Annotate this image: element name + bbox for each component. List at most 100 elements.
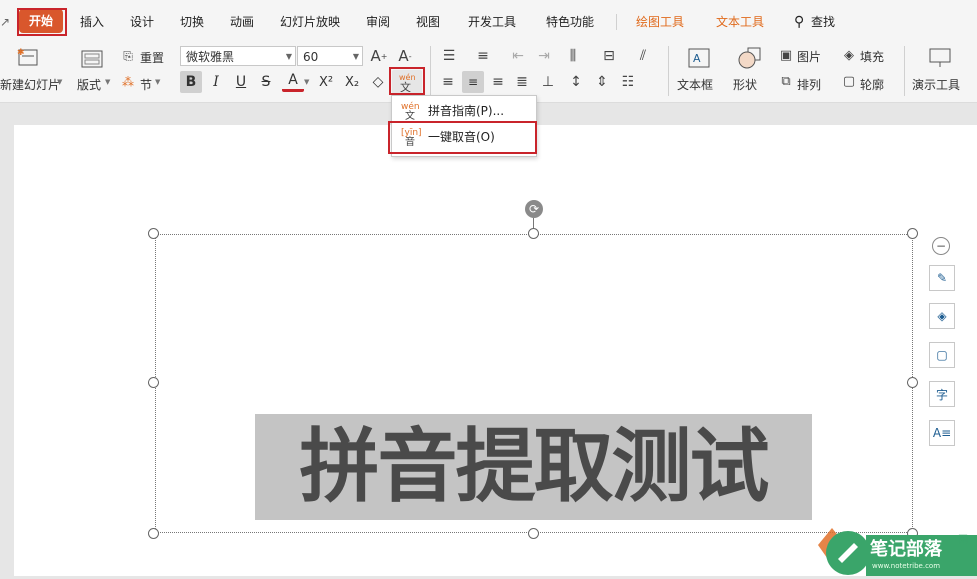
arrange-icon[interactable]: ⧉ [777, 72, 795, 90]
watermark-title: 笔记部落 [870, 539, 942, 560]
tab-insert[interactable]: 插入 [80, 10, 104, 34]
tab-design[interactable]: 设计 [130, 10, 154, 34]
present-tools-button[interactable]: 演示工具 [912, 76, 960, 93]
textbox-button[interactable]: 文本框 [677, 76, 713, 93]
section-icon[interactable]: ⁂ [120, 74, 136, 90]
tab-slideshow[interactable]: 幻灯片放映 [280, 10, 340, 34]
decrease-font-icon[interactable]: A- [396, 46, 414, 66]
resize-handle-n[interactable] [528, 228, 539, 239]
watermark-subtitle: 网 [958, 535, 968, 546]
collapse-icon[interactable]: − [932, 237, 950, 255]
strikethrough-button[interactable]: S [255, 71, 277, 93]
fill-button[interactable]: 填充 [860, 48, 884, 65]
shape-outline-icon[interactable]: ▢ [929, 342, 955, 368]
reset-icon[interactable]: ⎘ [120, 48, 136, 64]
clear-format-icon[interactable]: ◇ [367, 71, 389, 93]
align-center-icon[interactable]: ≡ [462, 71, 484, 93]
tab-transition[interactable]: 切换 [180, 10, 204, 34]
outline-button[interactable]: 轮廓 [860, 76, 884, 93]
font-name-value: 微软雅黑 [186, 50, 235, 64]
tab-animation[interactable]: 动画 [230, 10, 254, 34]
extract-pinyin-highlight [388, 121, 537, 154]
line-spacing-icon[interactable]: ↕ [566, 72, 586, 92]
ribbon-separator [430, 46, 431, 96]
underline-button[interactable]: U [230, 71, 252, 93]
tab-developer[interactable]: 开发工具 [468, 10, 516, 34]
textbox-icon[interactable]: A [686, 46, 712, 70]
arrange-button[interactable]: 排列 [797, 76, 821, 93]
chevron-down-icon[interactable]: ▼ [57, 78, 62, 86]
menu-tab-bar: ↗ 开始 插入 设计 切换 动画 幻灯片放映 审阅 视图 开发工具 特色功能 绘… [0, 0, 977, 40]
shape-fill-icon[interactable]: ◈ [929, 303, 955, 329]
search-icon[interactable]: ⚲ [794, 10, 804, 34]
shape-button[interactable]: 形状 [733, 76, 757, 93]
svg-text:A: A [693, 52, 701, 65]
font-name-select[interactable]: 微软雅黑 ▼ [180, 46, 296, 66]
font-size-value: 60 [303, 50, 319, 64]
tab-features[interactable]: 特色功能 [546, 10, 594, 34]
resize-handle-e[interactable] [907, 377, 918, 388]
tab-separator [616, 14, 617, 30]
distribute-icon[interactable]: ⊥ [538, 72, 558, 92]
picture-button[interactable]: 图片 [797, 48, 821, 65]
tab-review[interactable]: 审阅 [366, 10, 390, 34]
chevron-down-icon[interactable]: ▼ [353, 47, 359, 67]
justify-icon[interactable]: ≣ [512, 72, 532, 92]
font-size-select[interactable]: 60 ▼ [297, 46, 363, 66]
align-left-icon[interactable]: ≡ [438, 72, 458, 92]
tab-drawing-tools[interactable]: 绘图工具 [636, 10, 684, 34]
columns-icon[interactable]: ☷ [618, 72, 638, 92]
section-button[interactable]: 节 [140, 76, 152, 93]
resize-handle-ne[interactable] [907, 228, 918, 239]
svg-text:✱: ✱ [17, 48, 25, 58]
tab-view[interactable]: 视图 [416, 10, 440, 34]
ribbon-toolbar: ✱ 新建幻灯片 ▼ 版式 ▼ ⎘ 重置 ⁂ 节 ▼ 微软雅黑 ▼ 60 ▼ A +… [0, 40, 977, 103]
resize-handle-w[interactable] [148, 377, 159, 388]
phonetic-guide-icon: wén 文 [401, 102, 420, 122]
resize-handle-nw[interactable] [148, 228, 159, 239]
search-label[interactable]: 查找 [811, 10, 835, 34]
increase-font-icon[interactable]: A + [370, 46, 388, 66]
tab-home-highlight [17, 8, 67, 36]
rotate-handle-icon[interactable]: ⟳ [525, 200, 543, 218]
ribbon-separator [904, 46, 905, 96]
bullet-list-icon[interactable]: ☰ [438, 46, 460, 66]
phonetic-guide-highlight [389, 67, 425, 95]
numbered-list-icon[interactable]: ≡ [472, 46, 494, 66]
chevron-down-icon[interactable]: ▼ [304, 78, 309, 86]
text-effects-icon[interactable]: A≡ [929, 420, 955, 446]
shape-icon[interactable] [737, 46, 763, 70]
chevron-down-icon[interactable]: ▼ [155, 78, 160, 86]
align-text-icon[interactable]: ⊟ [598, 46, 620, 66]
resize-handle-s[interactable] [528, 528, 539, 539]
outline-icon[interactable]: ▢ [840, 72, 858, 90]
paragraph-spacing-icon[interactable]: ⇕ [592, 72, 612, 92]
reset-button[interactable]: 重置 [140, 49, 164, 66]
text-direction-icon[interactable]: ⫼ [562, 46, 584, 66]
chevron-down-icon[interactable]: ▼ [286, 47, 292, 67]
present-tools-icon[interactable] [928, 46, 952, 70]
increase-indent-icon[interactable]: ⇥ [534, 46, 554, 66]
fill-icon[interactable]: ◈ [840, 46, 858, 64]
convert-icon[interactable]: ⫽ [632, 46, 654, 66]
layout-button[interactable]: 版式 [77, 76, 101, 93]
format-brush-icon[interactable]: ✎ [929, 265, 955, 291]
subscript-button[interactable]: X₂ [341, 71, 363, 93]
tab-text-tools[interactable]: 文本工具 [716, 10, 764, 34]
watermark-url: www.notetribe.com [872, 562, 941, 570]
picture-icon[interactable]: ▣ [777, 46, 795, 64]
bold-button[interactable]: B [180, 71, 202, 93]
new-slide-button[interactable]: 新建幻灯片 [0, 76, 60, 93]
align-right-icon[interactable]: ≡ [488, 72, 508, 92]
font-settings-icon[interactable]: 字 [929, 381, 955, 407]
superscript-button[interactable]: X² [315, 71, 337, 93]
back-arrow-icon[interactable]: ↗ [0, 10, 10, 34]
layout-icon[interactable] [80, 48, 104, 70]
italic-button[interactable]: I [205, 71, 227, 93]
resize-handle-sw[interactable] [148, 528, 159, 539]
decrease-indent-icon[interactable]: ⇤ [508, 46, 528, 66]
new-slide-icon[interactable]: ✱ [16, 46, 42, 68]
chevron-down-icon[interactable]: ▼ [105, 78, 110, 86]
selected-slide-text[interactable]: 拼音提取测试 [255, 414, 812, 520]
font-color-button[interactable]: A [282, 71, 304, 92]
